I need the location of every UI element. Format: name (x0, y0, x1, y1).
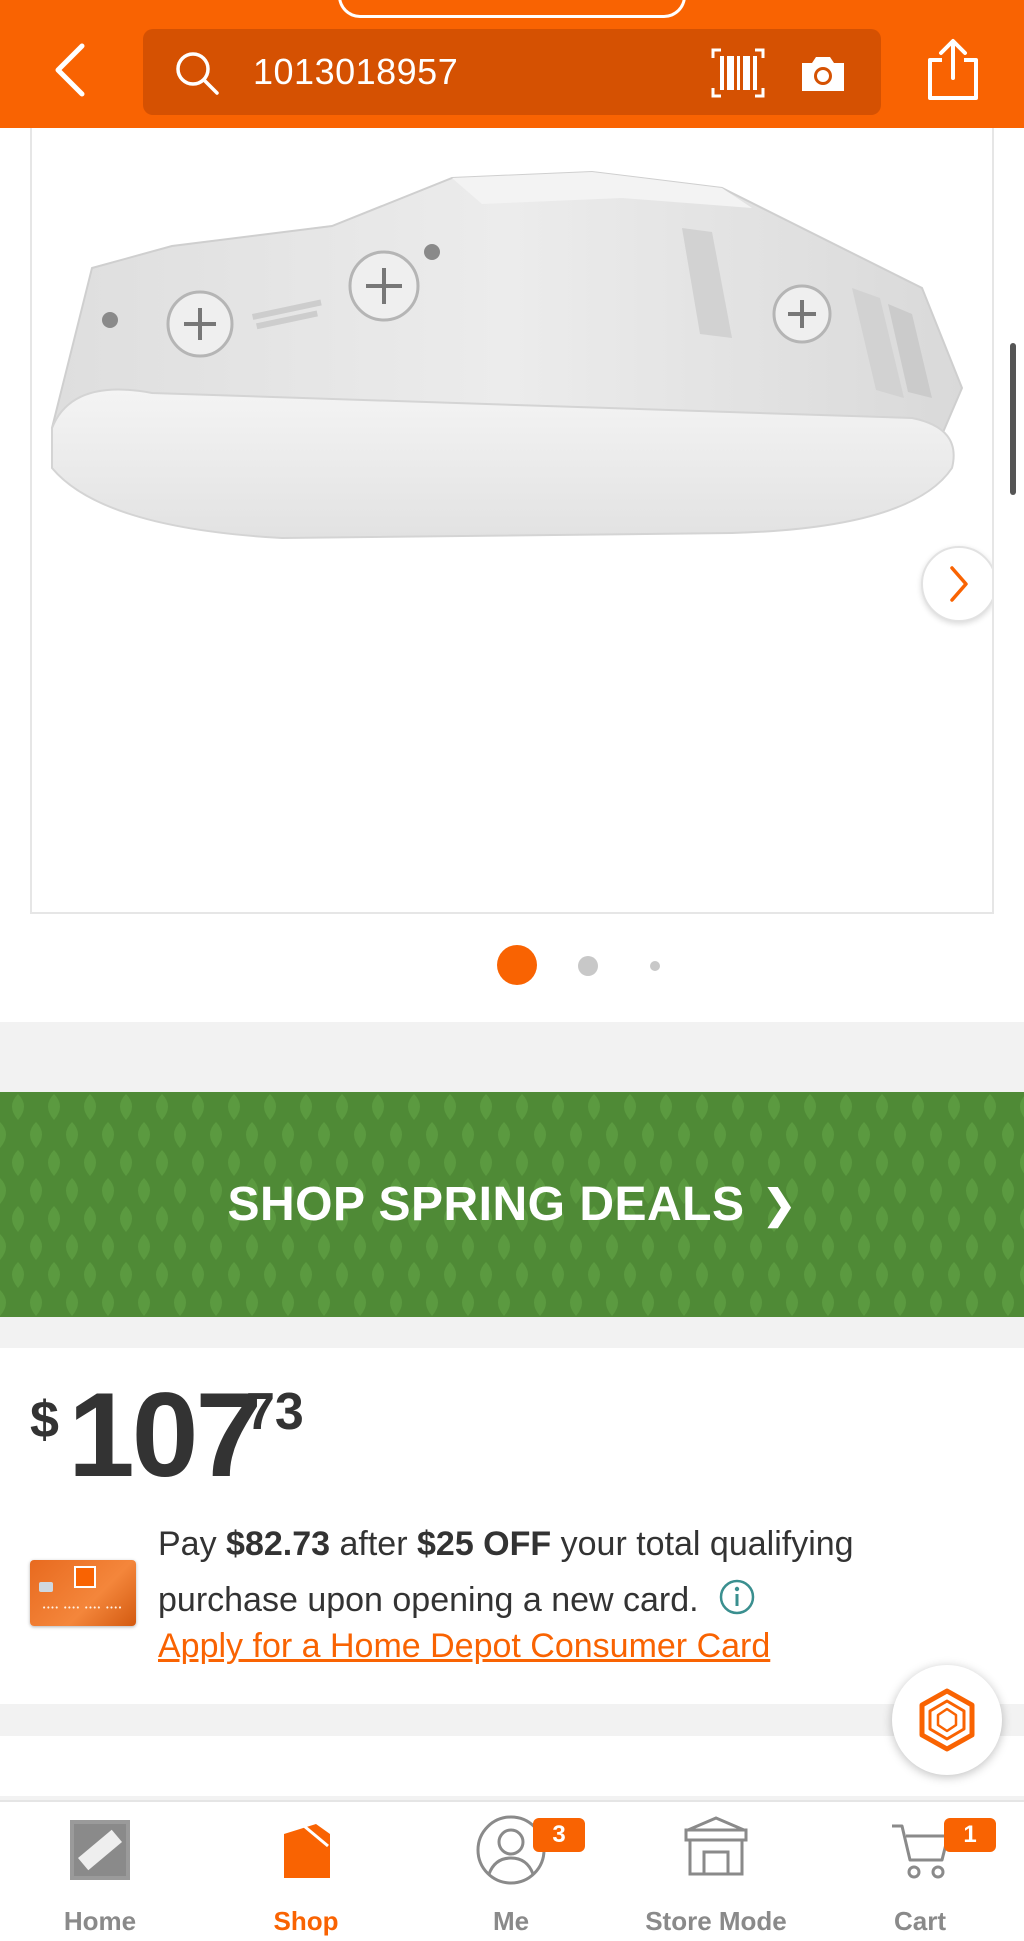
back-button[interactable] (40, 38, 100, 102)
scrollbar[interactable] (1010, 343, 1016, 495)
header-notch (338, 0, 686, 18)
apply-card-link[interactable]: Apply for a Home Depot Consumer Card (158, 1618, 770, 1674)
home-depot-logo-icon (70, 1820, 130, 1880)
search-bar[interactable]: 1013018957 (143, 29, 881, 115)
promo-pay-amount: $82.73 (226, 1525, 331, 1563)
nav-cart-label: Cart (893, 1906, 946, 1936)
bottom-nav: Home Shop 3 Me Store Mode 1 Cart (0, 1800, 1024, 1941)
nav-shop[interactable]: Shop (236, 1802, 376, 1941)
search-input[interactable]: 1013018957 (253, 49, 458, 95)
share-icon[interactable] (924, 36, 982, 102)
search-icon (176, 52, 219, 95)
pagination-dot-active[interactable] (497, 945, 537, 985)
spring-deals-banner[interactable]: SHOP SPRING DEALS ❯ (0, 1092, 1024, 1317)
price-cents: 73 (246, 1383, 304, 1441)
price-currency: $ (30, 1391, 59, 1449)
card-chip (39, 1582, 53, 1592)
promo-pay-prefix: Pay (158, 1525, 217, 1563)
nav-home-label: Home (63, 1906, 137, 1936)
nav-store-mode[interactable]: Store Mode (626, 1802, 806, 1941)
price-section: $ 107 73 •••• •••• •••• •••• Pay $82.73 … (0, 1348, 1024, 1704)
promo-after-text: after (339, 1525, 408, 1563)
nav-me[interactable]: 3 Me (441, 1802, 585, 1941)
nav-home[interactable]: Home (30, 1802, 170, 1941)
me-notification-badge: 3 (533, 1818, 585, 1852)
gallery-pagination (0, 944, 1024, 985)
info-icon[interactable] (718, 1578, 756, 1616)
nav-store-mode-label: Store Mode (645, 1906, 787, 1936)
chevron-right-icon (950, 566, 968, 602)
top-header: 1013018957 (0, 0, 1024, 128)
home-depot-logo-icon (74, 1566, 96, 1588)
nav-me-label: Me (492, 1906, 530, 1936)
banner-text: SHOP SPRING DEALS (227, 1178, 745, 1231)
shop-icon (284, 1824, 330, 1878)
card-number-graphic: •••• •••• •••• •••• (42, 1604, 123, 1612)
next-section-card (0, 1736, 1024, 1796)
product-image (50, 170, 964, 540)
cart-count-badge: 1 (944, 1818, 996, 1852)
pagination-dot[interactable] (578, 956, 598, 976)
chevron-right-icon: ❯ (762, 1182, 797, 1227)
credit-card-image: •••• •••• •••• •••• (30, 1560, 136, 1626)
store-icon (684, 1816, 748, 1876)
hexagon-chat-icon (919, 1688, 975, 1752)
product-image-frame[interactable] (30, 128, 994, 914)
cart-icon (892, 1824, 950, 1879)
chat-assistant-button[interactable] (892, 1665, 1002, 1775)
product-gallery (0, 128, 1024, 1022)
barcode-icon[interactable] (711, 48, 765, 98)
app-root: 1013018957 SHOP SPRING DEALS ❯ $ 107 73 … (0, 0, 1024, 1941)
next-image-button[interactable] (921, 546, 992, 622)
back-icon (55, 43, 85, 97)
pagination-dot[interactable] (650, 961, 660, 971)
promo-discount: $25 OFF (417, 1525, 552, 1563)
nav-shop-label: Shop (273, 1906, 339, 1936)
price-dollars: 107 (68, 1368, 262, 1502)
nav-cart[interactable]: 1 Cart (850, 1802, 996, 1941)
card-promo-text: Pay $82.73 after $25 OFF your total qual… (158, 1516, 978, 1628)
camera-icon[interactable] (798, 49, 848, 97)
banner-label: SHOP SPRING DEALS ❯ (0, 1092, 1024, 1317)
